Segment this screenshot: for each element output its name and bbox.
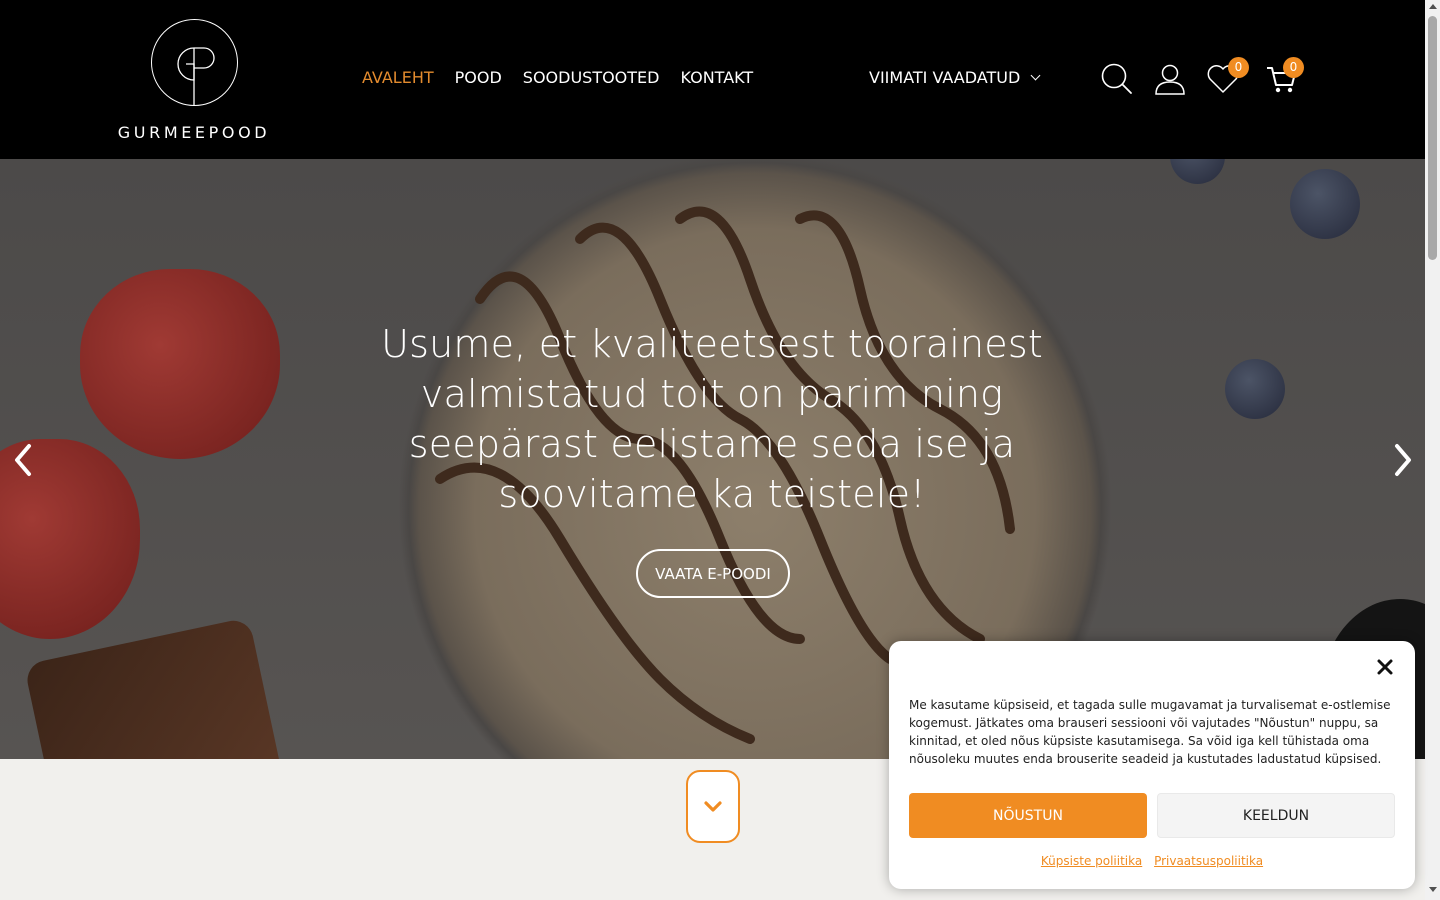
cookie-policy-links: Küpsiste poliitika Privaatsuspoliitika [889, 854, 1415, 868]
slider-prev-arrow[interactable] [12, 443, 34, 477]
search-icon[interactable] [1100, 62, 1134, 96]
site-header: GURMEEPOOD AVALEHT POOD SOODUSTOOTED KON… [0, 0, 1425, 159]
hero-blueberry [1170, 159, 1225, 184]
deny-cookies-button[interactable]: KEELDUN [1157, 793, 1395, 838]
logo-text: GURMEEPOOD [117, 123, 271, 142]
close-icon[interactable] [1376, 658, 1394, 676]
nav-item-pood[interactable]: POOD [455, 68, 502, 87]
scroll-up-arrow-icon[interactable] [1429, 4, 1437, 9]
cookie-policy-link[interactable]: Küpsiste poliitika [1041, 854, 1142, 868]
chevron-down-icon [704, 801, 722, 812]
nav-item-avaleht[interactable]: AVALEHT [362, 68, 434, 87]
nav-item-soodustooted[interactable]: SOODUSTOOTED [523, 68, 660, 87]
chevron-right-icon [1395, 444, 1411, 476]
page-scrollbar[interactable] [1425, 0, 1440, 900]
recently-viewed-label: VIIMATI VAADATUD [869, 68, 1021, 87]
hero-jar [23, 617, 287, 759]
user-icon[interactable] [1153, 62, 1187, 96]
hero-strawberry [80, 269, 280, 459]
heart-icon[interactable]: 0 [1206, 57, 1249, 96]
cookie-consent-text: Me kasutame küpsiseid, et tagada sulle m… [909, 698, 1391, 766]
cookie-consent-dialog: Me kasutame küpsiseid, et tagada sulle m… [889, 641, 1415, 889]
main-nav: AVALEHT POOD SOODUSTOOTED KONTAKT [362, 68, 774, 87]
hero-title: Usume, et kvaliteetsest toorainest valmi… [381, 322, 1043, 516]
chevron-left-icon [15, 444, 31, 476]
scroll-down-arrow-icon[interactable] [1429, 887, 1437, 892]
nav-item-kontakt[interactable]: KONTAKT [680, 68, 753, 87]
view-shop-button[interactable]: VAATA E-POODI [636, 549, 790, 598]
recently-viewed-dropdown[interactable]: VIIMATI VAADATUD [869, 68, 1041, 87]
wishlist-count-badge: 0 [1228, 57, 1249, 78]
site-logo[interactable]: GURMEEPOOD [112, 19, 276, 144]
hero-blueberry [1225, 359, 1285, 419]
privacy-policy-link[interactable]: Privaatsuspoliitika [1154, 854, 1263, 868]
scroll-down-button[interactable] [686, 770, 740, 843]
accept-cookies-button[interactable]: NÕUSTUN [909, 793, 1147, 838]
scrollbar-thumb[interactable] [1428, 16, 1437, 260]
hero-blueberry [1290, 169, 1360, 239]
logo-monogram-icon [151, 19, 238, 106]
cart-icon[interactable]: 0 [1265, 57, 1304, 96]
chevron-down-icon [1030, 70, 1041, 81]
cart-count-badge: 0 [1283, 57, 1304, 78]
slider-next-arrow[interactable] [1392, 443, 1414, 477]
